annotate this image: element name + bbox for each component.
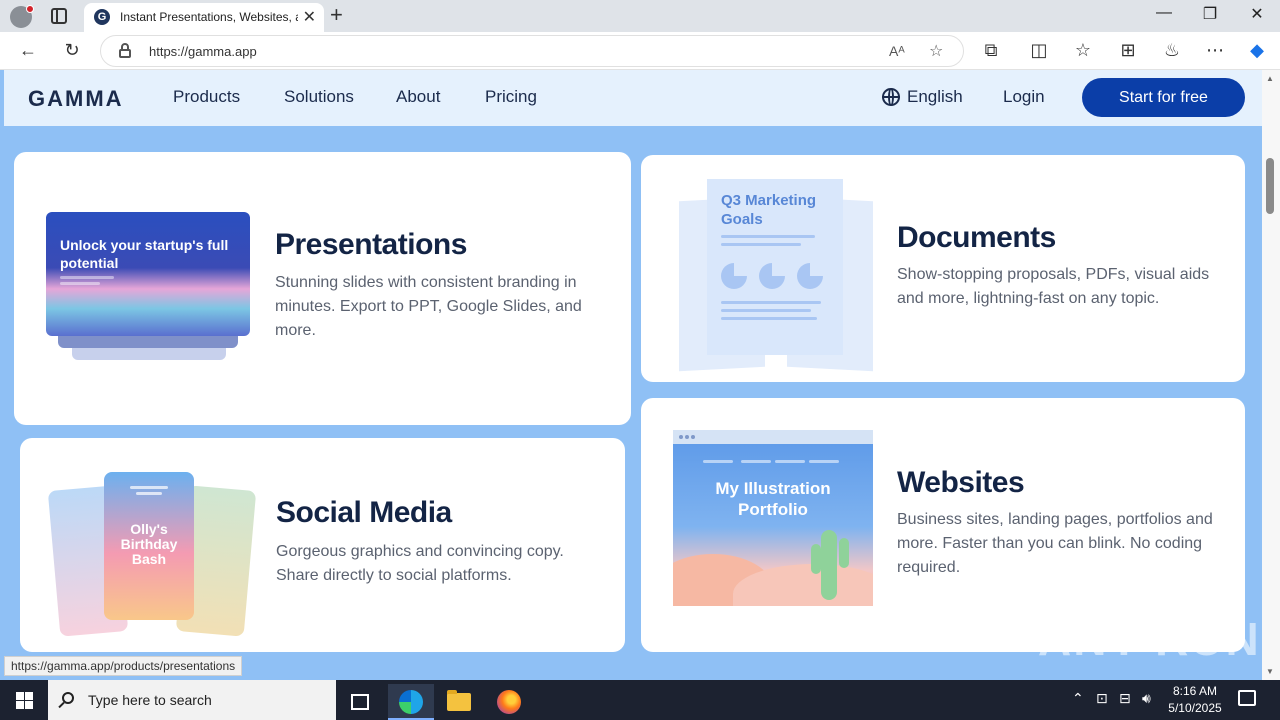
nav-solutions[interactable]: Solutions [284,87,354,107]
social-media-title: Social Media [276,496,452,529]
new-tab-icon[interactable]: + [330,2,343,28]
task-view-button[interactable] [337,684,383,720]
favorites-icon[interactable]: ☆ [1071,40,1095,61]
cactus-icon [821,530,837,600]
start-for-free-button[interactable]: Start for free [1082,78,1245,117]
presentation-slide-illustration: Unlock your startup's full potential [46,212,250,336]
nav-products[interactable]: Products [173,87,240,107]
browser-tabbar: G Instant Presentations, Websites, a ✕ +… [0,0,1280,32]
performance-icon[interactable]: ♨ [1160,40,1184,61]
post-heading: Olly's Birthday Bash [120,521,178,567]
anyrun-watermark: ANY RUN [1038,613,1261,665]
website-window-bar [673,430,873,444]
globe-icon[interactable] [882,88,900,106]
presentations-description: Stunning slides with consistent branding… [275,274,582,339]
documents-title: Documents [897,221,1056,254]
clock-date: 5/10/2025 [1168,701,1222,715]
nav-pricing[interactable]: Pricing [485,87,537,107]
extensions-icon[interactable]: ⧉ [979,40,1003,61]
scrollbar-thumb[interactable] [1266,158,1274,214]
windows-start-icon[interactable] [16,692,33,709]
maximize-icon[interactable]: ❐ [1187,4,1233,24]
tab-title: Instant Presentations, Websites, a [120,10,298,24]
tray-device-icon[interactable]: ⊡ [1096,690,1108,707]
profile-icon[interactable] [10,5,34,28]
documents-description: Show-stopping proposals, PDFs, visual ai… [897,266,1210,307]
documents-card[interactable]: Q3 Marketing Goals Documents Show-stoppi… [641,155,1245,382]
social-media-description: Gorgeous graphics and convincing copy. S… [276,543,564,584]
url-text[interactable]: https://gamma.app [149,44,257,59]
pie-chart-icon [759,263,785,289]
search-placeholder[interactable]: Type here to search [88,692,212,708]
taskbar-search[interactable]: Type here to search [48,680,336,720]
network-icon[interactable]: ⊟ [1119,690,1131,707]
folder-icon [447,690,471,711]
nav-about[interactable]: About [396,87,440,107]
pie-chart-icon [797,263,823,289]
favorite-star-icon[interactable]: ☆ [929,41,943,61]
back-icon[interactable]: ← [16,40,40,61]
presentations-card[interactable]: Unlock your startup's full potential Pre… [14,152,631,425]
websites-description: Business sites, landing pages, portfolio… [897,511,1213,576]
document-illustration: Q3 Marketing Goals [707,179,843,355]
site-navbar: GAMMA Products Solutions About Pricing E… [4,70,1262,126]
edge-icon [399,690,423,714]
browser-toolbar: ← ↻ https://gamma.app Aᴬ ☆ ⧉ ◫ ☆ ⊞ ♨ ⋯ ◆ [0,32,1280,70]
website-heading: My Illustration Portfolio [715,479,831,519]
tab-close-icon[interactable]: ✕ [303,7,316,27]
notification-center-icon[interactable] [1238,690,1256,706]
presentations-title: Presentations [275,228,467,261]
clock-time: 8:16 AM [1172,684,1218,698]
read-aloud-icon[interactable]: Aᴬ [889,43,905,59]
search-icon [62,692,74,704]
task-view-icon [351,694,369,710]
slide-heading: Unlock your startup's full potential [60,237,229,271]
social-media-card[interactable]: Olly's Birthday Bash Social Media Gorgeo… [20,438,625,652]
websites-title: Websites [897,466,1025,499]
link-status-url: https://gamma.app/products/presentations [4,656,243,676]
lock-icon[interactable] [119,43,131,58]
address-bar[interactable]: https://gamma.app Aᴬ ☆ [100,35,964,67]
edge-taskbar-button[interactable] [388,684,434,720]
split-screen-icon[interactable]: ◫ [1027,40,1051,61]
minimize-icon[interactable]: — [1141,4,1187,22]
volume-icon[interactable]: 🔊︎ [1142,690,1151,707]
window-close-icon[interactable]: ✕ [1234,4,1280,24]
social-post-illustration: Olly's Birthday Bash [104,472,194,620]
pie-chart-icon [721,263,747,289]
copilot-icon[interactable]: ◆ [1245,40,1269,61]
refresh-icon[interactable]: ↻ [60,40,84,61]
tray-chevron-icon[interactable]: ⌃ [1072,690,1084,707]
scroll-down-icon[interactable]: ▼ [1266,667,1274,676]
gamma-favicon-icon: G [94,9,110,25]
browser-tab[interactable]: G Instant Presentations, Websites, a ✕ [84,3,324,32]
notification-dot [26,5,34,13]
website-illustration: My Illustration Portfolio [673,430,873,606]
vertical-scrollbar[interactable]: ▲ ▼ [1262,70,1280,680]
page-content: GAMMA Products Solutions About Pricing E… [0,70,1262,680]
scroll-up-icon[interactable]: ▲ [1266,74,1274,83]
login-link[interactable]: Login [1003,87,1045,107]
doc-heading: Q3 Marketing Goals [721,192,817,228]
file-explorer-taskbar-button[interactable] [436,684,482,720]
collections-icon[interactable]: ⊞ [1116,40,1140,61]
firefox-icon [497,690,521,714]
taskbar-clock[interactable]: 8:16 AM 5/10/2025 [1160,683,1230,717]
gamma-logo[interactable]: GAMMA [28,86,124,112]
firefox-taskbar-button[interactable] [486,684,532,720]
slide-base [72,348,226,360]
more-menu-icon[interactable]: ⋯ [1203,40,1227,61]
slide-stand [58,336,238,348]
windows-taskbar: Type here to search ⌃ ⊡ ⊟ 🔊︎ 8:16 AM 5/1… [0,680,1280,720]
tab-actions-icon[interactable] [51,8,67,24]
language-selector[interactable]: English [907,87,963,107]
